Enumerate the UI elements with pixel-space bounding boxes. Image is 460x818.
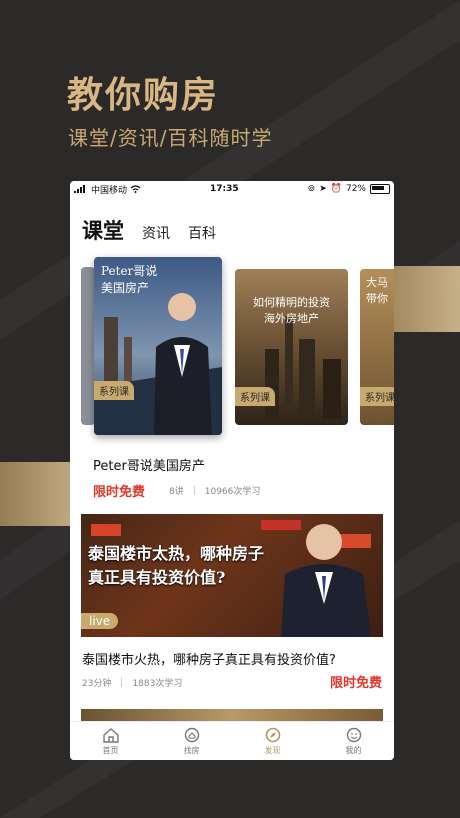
carousel-card-second[interactable]: 如何精明的投资 海外房地产 系列课 bbox=[235, 269, 348, 425]
live-banner-line2: 真正具有投资价值? bbox=[88, 568, 226, 587]
course-meta: 限时免费 8讲 10966次学习 bbox=[93, 481, 260, 500]
live-duration: 23分钟 bbox=[82, 679, 112, 689]
tabbar-home[interactable]: 首页 bbox=[102, 727, 120, 756]
rotation-lock-icon: ⊚ bbox=[307, 184, 316, 194]
hero-title: 教你购房 bbox=[67, 75, 220, 116]
wifi-icon bbox=[130, 185, 141, 193]
hero-subtitle: 课堂/资讯/百科随时学 bbox=[68, 126, 273, 150]
decorative-gold-bar-right bbox=[394, 266, 460, 332]
location-icon: ➤ bbox=[319, 184, 327, 194]
discover-icon bbox=[265, 727, 280, 742]
tabbar-profile[interactable]: 我的 bbox=[345, 727, 363, 756]
decorative-gold-bar-left bbox=[0, 462, 70, 526]
card-title-line2: 美国房产 bbox=[101, 281, 150, 295]
course-price: 限时免费 bbox=[93, 485, 146, 500]
course-learners: 10966次学习 bbox=[204, 487, 261, 497]
live-badge: live bbox=[81, 613, 119, 629]
live-title[interactable]: 泰国楼市火热，哪种房子真正具有投资价值? bbox=[82, 649, 336, 668]
tab-news[interactable]: 资讯 bbox=[142, 223, 170, 245]
live-price: 限时免费 bbox=[329, 676, 382, 691]
profile-icon bbox=[346, 727, 361, 742]
tabbar-profile-label: 我的 bbox=[345, 745, 362, 755]
live-banner-line1: 泰国楼市太热，哪种房子 bbox=[88, 544, 265, 563]
carrier-label: 中国移动 bbox=[91, 185, 128, 196]
course-title[interactable]: Peter哥说美国房产 bbox=[93, 455, 205, 474]
card-title-line2: 带你 bbox=[366, 292, 388, 305]
card-title-line1: 如何精明的投资 bbox=[253, 296, 330, 309]
card-title-line2: 海外房地产 bbox=[264, 312, 319, 325]
card-title-line1: 大马 bbox=[366, 276, 388, 289]
search-house-icon bbox=[184, 727, 199, 742]
course-carousel: Peter哥说 美国房产 系列课 如何精明的投资 海外房地产 系列课 大马 带你 bbox=[70, 257, 394, 437]
carousel-card-prev[interactable] bbox=[81, 267, 95, 425]
carousel-card-third[interactable]: 大马 带你 系列课 bbox=[360, 269, 394, 425]
live-learners: 1883次学习 bbox=[132, 679, 183, 689]
tabbar-find-house[interactable]: 找房 bbox=[183, 727, 201, 756]
tabbar-discover[interactable]: 发现 bbox=[264, 727, 282, 756]
tab-encyclopedia[interactable]: 百科 bbox=[188, 223, 216, 245]
status-bar: 中国移动 17:35 ⊚ ➤ ⏰ 72% bbox=[70, 181, 394, 197]
bottom-tab-bar: 首页 找房 发现 我的 bbox=[70, 721, 394, 760]
series-tag: 系列课 bbox=[94, 381, 134, 400]
live-banner[interactable]: 泰国楼市太热，哪种房子 真正具有投资价值? live bbox=[81, 514, 383, 637]
alarm-icon: ⏰ bbox=[330, 184, 342, 194]
series-tag: 系列课 bbox=[360, 387, 394, 406]
divider bbox=[121, 678, 123, 687]
tabbar-discover-label: 发现 bbox=[264, 745, 281, 755]
card-title-line1: Peter哥说 bbox=[101, 264, 158, 278]
live-meta: 23分钟 1883次学习 限时免费 bbox=[82, 676, 382, 691]
top-tabs: 课堂 资讯 百科 bbox=[82, 215, 216, 245]
signal-icon bbox=[74, 185, 85, 193]
tab-classroom[interactable]: 课堂 bbox=[82, 215, 124, 245]
divider bbox=[193, 486, 195, 495]
phone-screen: 中国移动 17:35 ⊚ ➤ ⏰ 72% 课堂 资讯 百科 Peter哥说 美国… bbox=[70, 181, 394, 760]
home-icon bbox=[102, 727, 119, 743]
series-tag: 系列课 bbox=[235, 387, 275, 406]
carousel-card-active[interactable]: Peter哥说 美国房产 系列课 bbox=[94, 257, 222, 435]
status-time: 17:35 bbox=[210, 184, 239, 194]
tabbar-home-label: 首页 bbox=[102, 745, 119, 755]
battery-percent: 72% bbox=[345, 184, 366, 194]
course-lessons: 8讲 bbox=[169, 487, 184, 497]
battery-icon bbox=[370, 184, 390, 194]
tabbar-find-house-label: 找房 bbox=[183, 745, 200, 755]
